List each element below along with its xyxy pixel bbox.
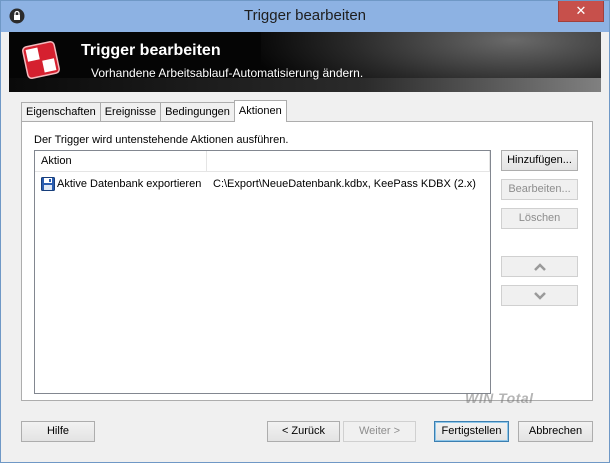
header-banner: Trigger bearbeiten Vorhandene Arbeitsabl… — [9, 32, 601, 92]
tab-aktionen[interactable]: Aktionen — [233, 100, 287, 122]
list-item-detail: C:\Export\NeueDatenbank.kdbx, KeePass KD… — [213, 178, 476, 190]
banner-stripe — [9, 78, 601, 92]
list-item-action: Aktive Datenbank exportieren — [57, 178, 202, 190]
add-button[interactable]: Hinzufügen... — [501, 150, 578, 171]
next-button[interactable]: Weiter > — [343, 421, 416, 442]
title-bar[interactable]: Trigger bearbeiten ✕ — [1, 1, 609, 32]
tab-strip: Eigenschaften Ereignisse Bedingungen Akt… — [21, 100, 287, 122]
banner-title: Trigger bearbeiten — [81, 42, 221, 59]
window-title: Trigger bearbeiten — [243, 7, 366, 24]
tab-ereignisse[interactable]: Ereignisse — [99, 102, 162, 122]
tab-bedingungen[interactable]: Bedingungen — [160, 102, 235, 122]
tab-eigenschaften[interactable]: Eigenschaften — [21, 102, 101, 122]
move-up-button[interactable] — [501, 256, 578, 277]
column-header-detail[interactable] — [207, 151, 490, 172]
chevron-down-icon — [533, 291, 546, 300]
delete-button[interactable]: Löschen — [501, 208, 578, 229]
dialog-window: Trigger bearbeiten ✕ Trigger bearbeiten … — [0, 0, 610, 463]
keepass-logo-icon — [22, 41, 60, 79]
help-button[interactable]: Hilfe — [21, 421, 95, 442]
panel-description: Der Trigger wird untenstehende Aktionen … — [34, 134, 289, 146]
tab-panel-aktionen: Der Trigger wird untenstehende Aktionen … — [21, 121, 593, 401]
move-down-button[interactable] — [501, 285, 578, 306]
actions-list[interactable]: Aktion Aktive Datenbank exportieren C:\E… — [34, 150, 491, 394]
banner-subtitle: Vorhandene Arbeitsablauf-Automatisierung… — [91, 66, 364, 80]
cancel-button[interactable]: Abbrechen — [518, 421, 593, 442]
list-header: Aktion — [35, 151, 490, 172]
back-button[interactable]: < Zurück — [267, 421, 340, 442]
chevron-up-icon — [533, 262, 546, 271]
column-header-action[interactable]: Aktion — [35, 151, 207, 172]
save-disk-icon — [41, 177, 55, 191]
edit-button[interactable]: Bearbeiten... — [501, 179, 578, 200]
watermark-logo: WIN Total — [465, 390, 534, 406]
finish-button[interactable]: Fertigstellen — [434, 421, 509, 442]
close-button[interactable]: ✕ — [558, 1, 604, 22]
list-item[interactable]: Aktive Datenbank exportieren C:\Export\N… — [35, 175, 490, 193]
